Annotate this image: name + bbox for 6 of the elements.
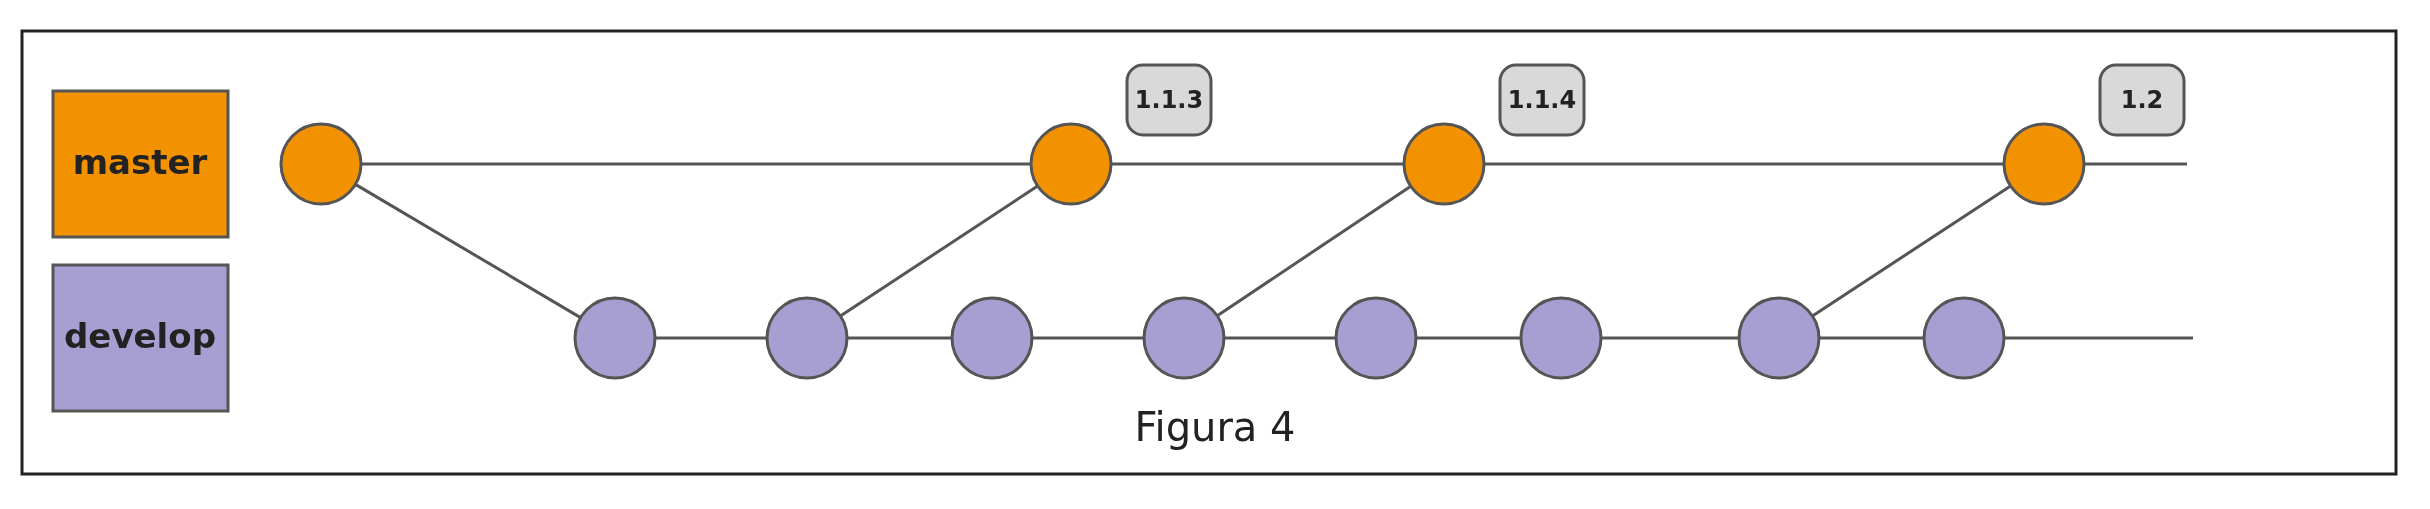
- version-tag: 1.2: [2098, 63, 2186, 137]
- branch-label: develop: [51, 263, 230, 413]
- version-tag: 1.1.3: [1125, 63, 1213, 137]
- version-tag: 1.1.4: [1498, 63, 1586, 137]
- figure-caption: Figura 4: [1134, 404, 1296, 450]
- branch-label: master: [51, 89, 230, 239]
